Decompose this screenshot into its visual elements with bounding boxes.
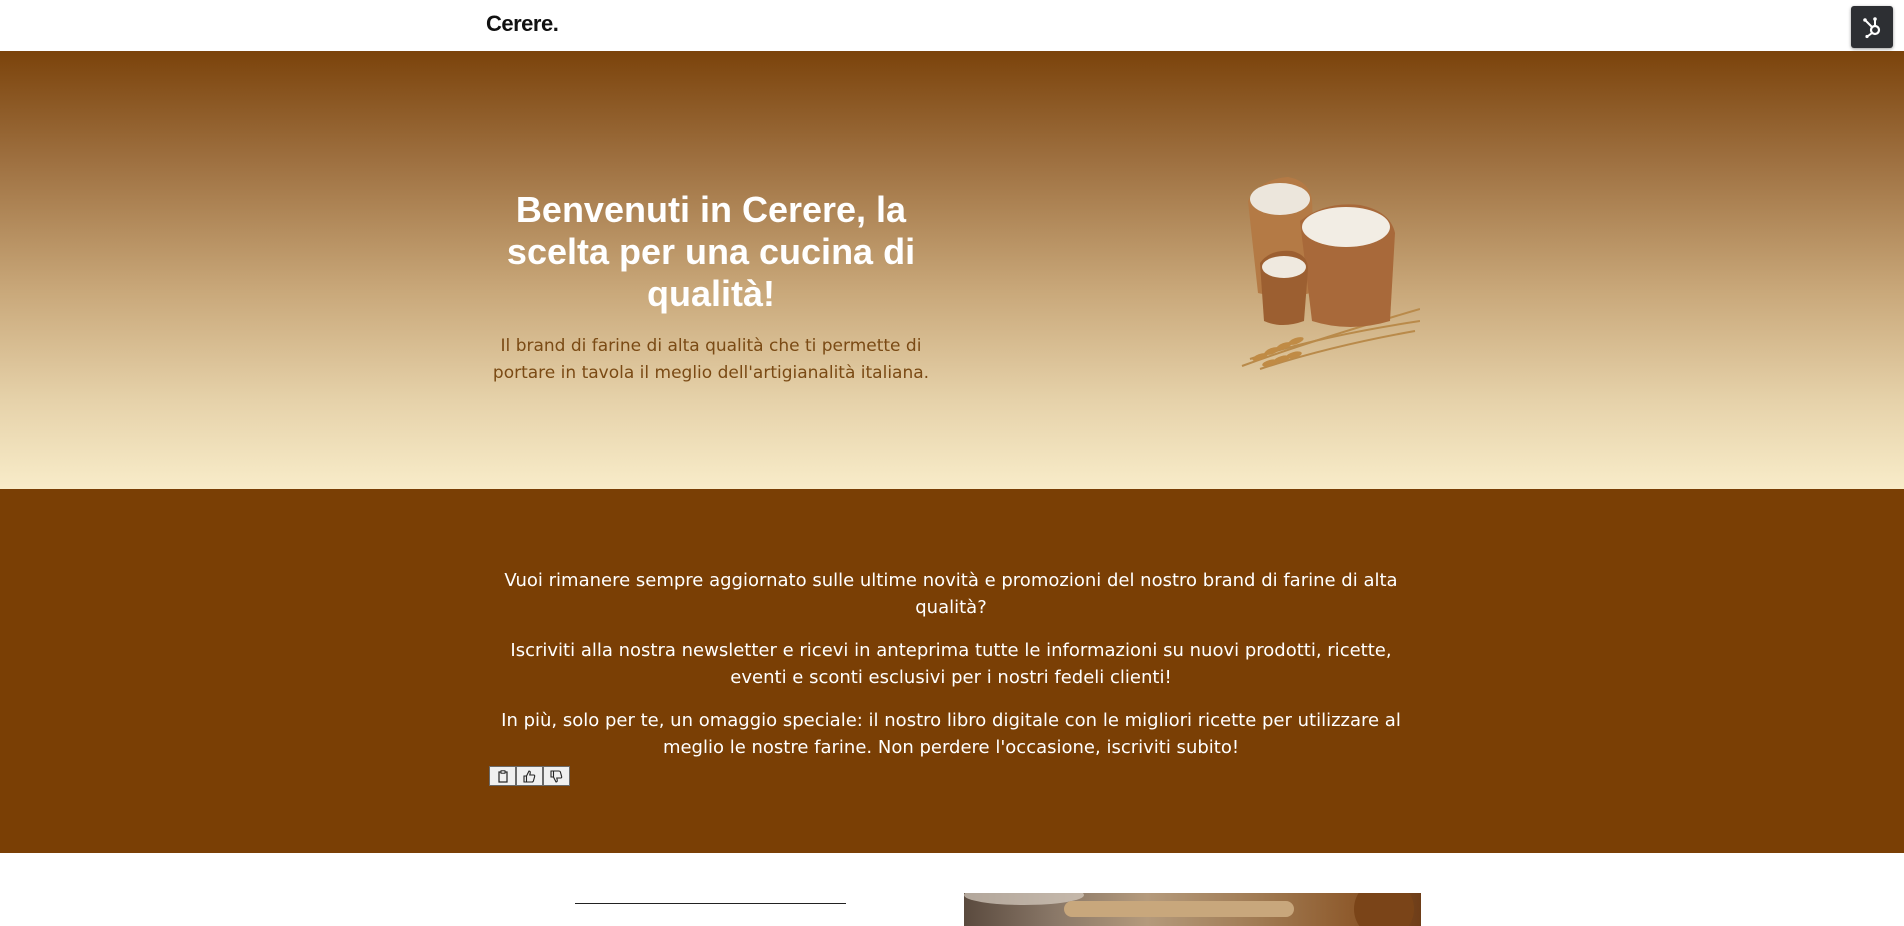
rolling-pin-dough-image	[964, 893, 1421, 926]
hero-subtitle: Il brand di farine di alta qualità che t…	[492, 336, 930, 383]
hero-title: Benvenuti in Cerere, la scelta per una c…	[506, 189, 916, 314]
section-divider-line	[575, 903, 846, 904]
newsletter-section: Vuoi rimanere sempre aggiornato sulle ul…	[0, 489, 1904, 853]
newsletter-paragraph-gift: In più, solo per te, un omaggio speciale…	[501, 710, 1401, 758]
thumbs-down-icon[interactable]	[543, 766, 570, 786]
flour-sacks-wheat-image	[1240, 171, 1421, 371]
hubspot-sprocket-icon[interactable]	[1851, 6, 1893, 48]
clipboard-icon[interactable]	[489, 766, 516, 786]
newsletter-paragraph-signup: Iscriviti alla nostra newsletter e ricev…	[510, 640, 1392, 688]
top-navigation-bar: Cerere.	[0, 0, 1904, 51]
hero-section: Benvenuti in Cerere, la scelta per una c…	[0, 51, 1904, 489]
thumbs-up-icon[interactable]	[516, 766, 543, 786]
brand-logo[interactable]: Cerere.	[486, 11, 559, 37]
newsletter-paragraph-intro: Vuoi rimanere sempre aggiornato sulle ul…	[504, 570, 1398, 618]
feedback-toolbar	[489, 766, 570, 786]
